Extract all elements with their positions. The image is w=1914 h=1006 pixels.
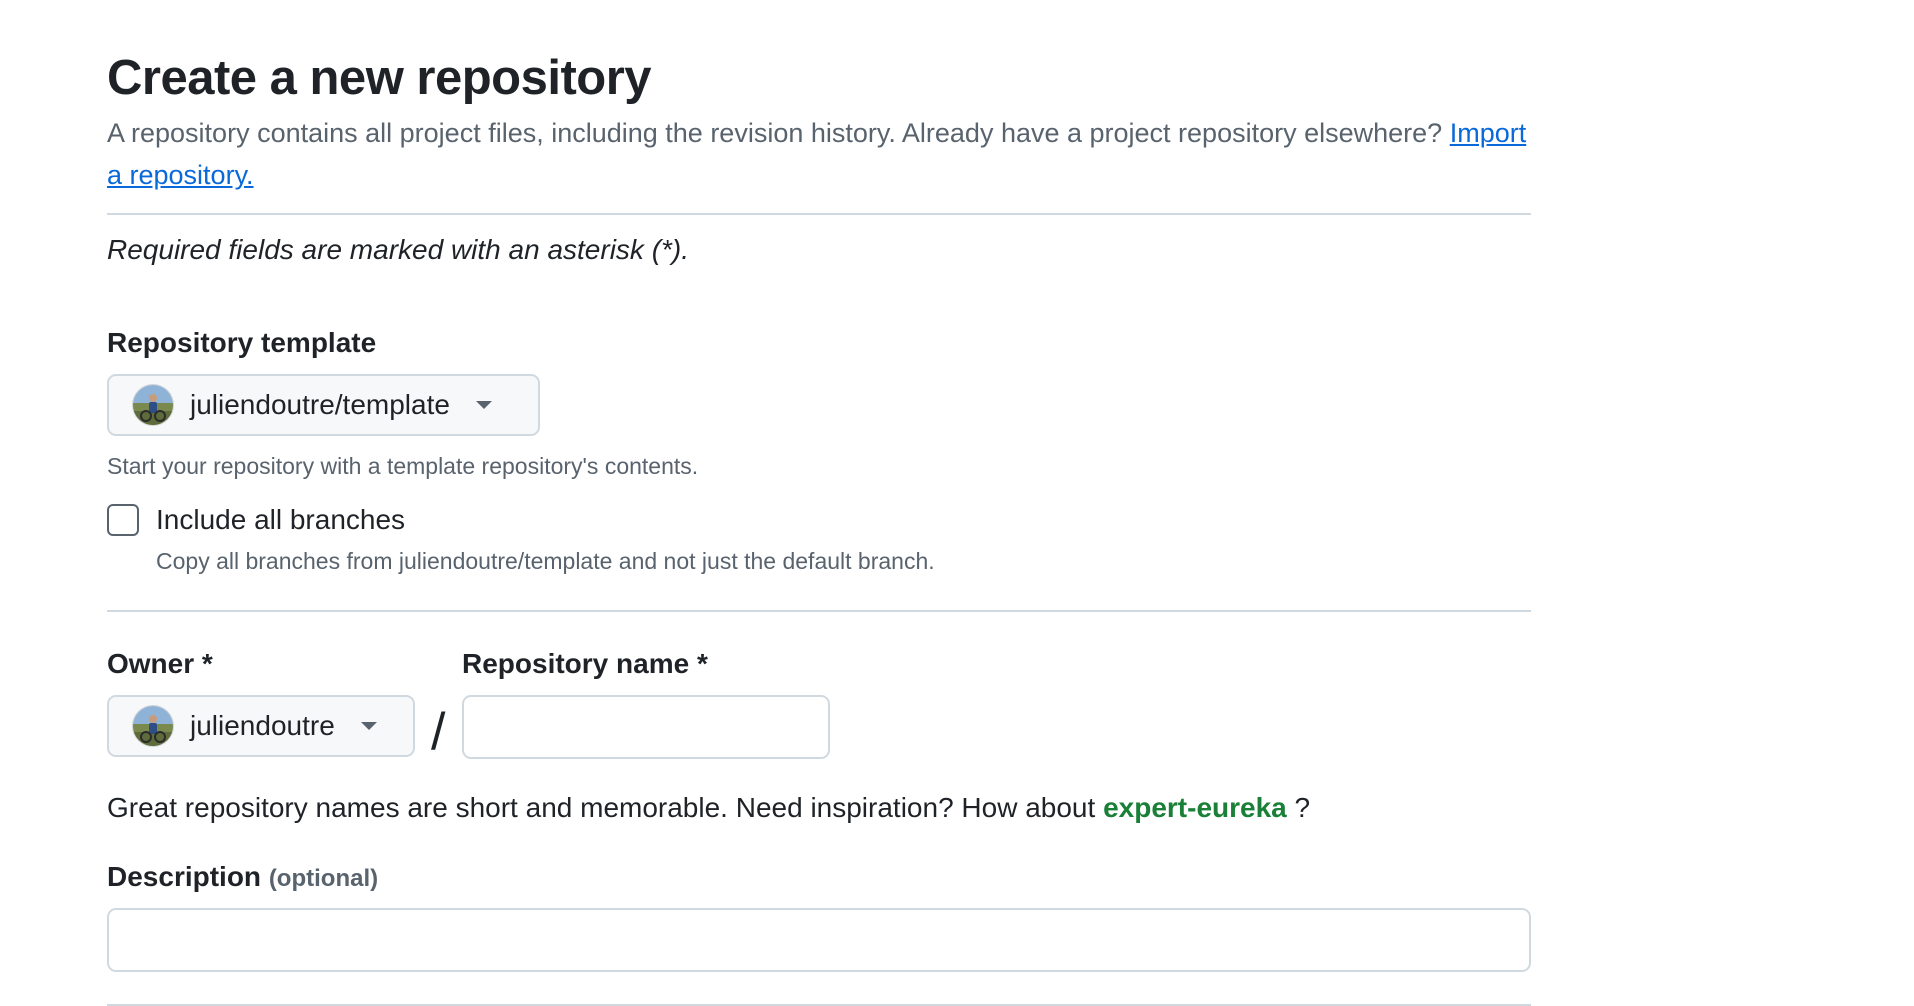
repository-name-label: Repository name *: [462, 648, 708, 679]
page-title: Create a new repository: [107, 51, 652, 105]
description-input[interactable]: [107, 908, 1531, 972]
avatar-icon: [133, 706, 173, 746]
owner-label: Owner *: [107, 648, 213, 679]
optional-tag: (optional): [268, 865, 379, 892]
description-label: Description (optional): [107, 861, 378, 893]
divider: [107, 610, 1531, 612]
include-all-branches-label[interactable]: Include all branches: [156, 504, 405, 536]
triangle-down-icon: [475, 401, 492, 409]
owner-select-button[interactable]: juliendoutre: [107, 695, 415, 757]
required-fields-note: Required fields are marked with an aster…: [107, 234, 690, 265]
include-all-branches-checkbox[interactable]: [107, 504, 139, 536]
template-hint: Start your repository with a template re…: [107, 453, 699, 479]
intro-description: A repository contains all project files,…: [107, 118, 1443, 148]
name-suggestion-text: Great repository names are short and mem…: [107, 792, 1310, 824]
description-label-text: Description: [107, 861, 262, 892]
suggestion-suffix: ?: [1286, 792, 1311, 823]
template-select-button[interactable]: juliendoutre/template: [107, 374, 540, 436]
intro-text: A repository contains all project files,…: [107, 112, 1531, 196]
include-all-branches-hint: Copy all branches from juliendoutre/temp…: [156, 548, 935, 574]
suggested-repo-name[interactable]: expert-eureka: [1103, 792, 1287, 823]
repository-name-input[interactable]: [462, 695, 830, 759]
template-select-value: juliendoutre/template: [190, 389, 450, 420]
owner-repo-separator: /: [431, 703, 446, 761]
suggestion-prefix: Great repository names are short and mem…: [107, 792, 1096, 823]
owner-select-value: juliendoutre: [190, 710, 335, 741]
avatar-icon: [133, 385, 173, 425]
template-label: Repository template: [107, 327, 377, 358]
divider: [107, 213, 1531, 215]
triangle-down-icon: [360, 722, 377, 730]
